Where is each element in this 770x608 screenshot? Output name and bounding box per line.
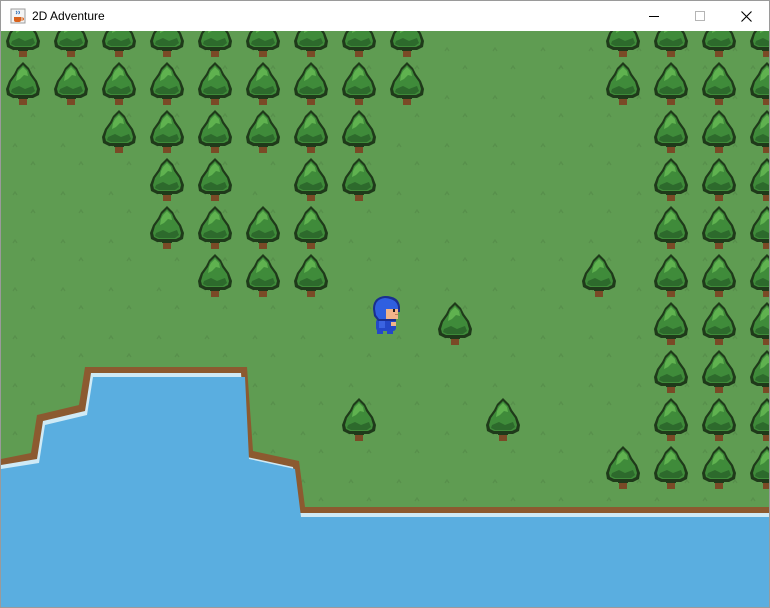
minimize-icon: [649, 16, 659, 17]
title-bar[interactable]: 2D Adventure: [1, 1, 769, 31]
maximize-icon: [695, 11, 705, 21]
game-window: 2D Adventure: [0, 0, 770, 608]
maximize-button[interactable]: [677, 1, 723, 31]
player-character: [373, 296, 400, 334]
window-title: 2D Adventure: [32, 9, 105, 23]
close-icon: [740, 10, 752, 22]
java-cup-icon: [10, 8, 26, 24]
game-viewport[interactable]: [1, 31, 769, 607]
tile-map: [1, 31, 769, 607]
minimize-button[interactable]: [631, 1, 677, 31]
close-button[interactable]: [723, 1, 769, 31]
